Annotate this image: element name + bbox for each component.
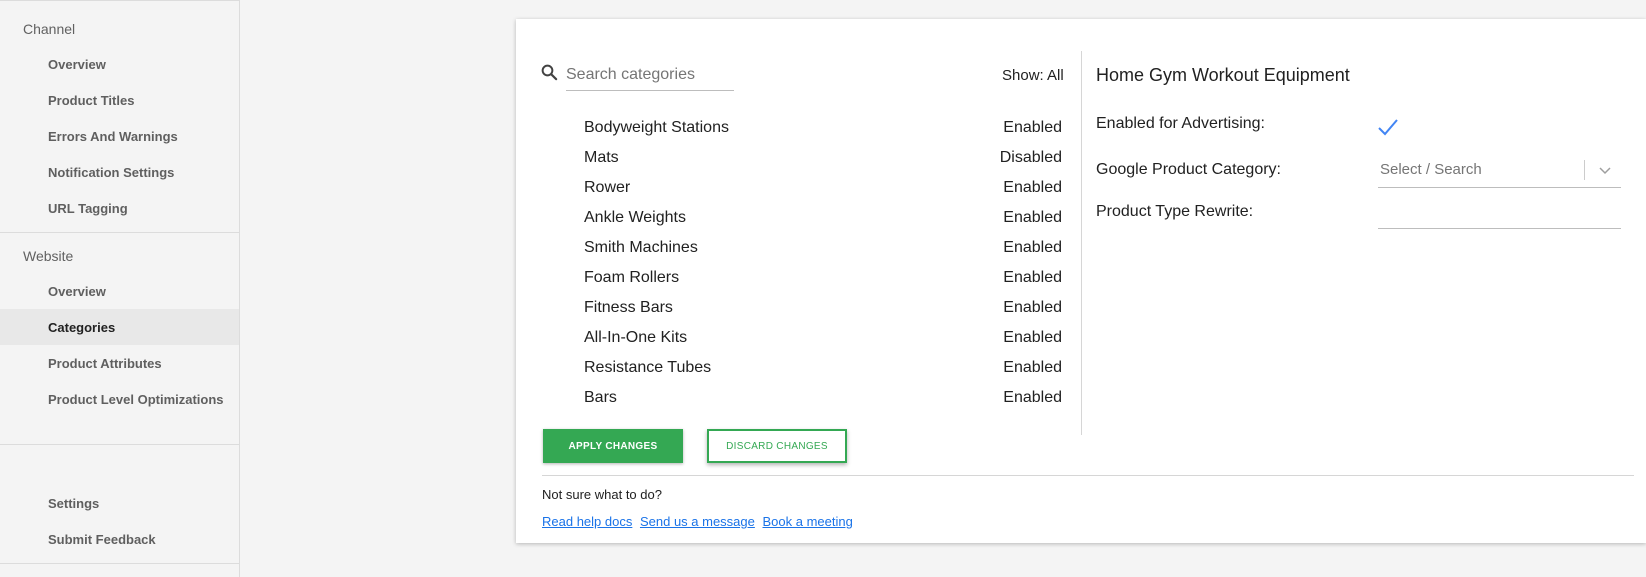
sidebar-section-website: Website	[23, 248, 74, 264]
sidebar-item-categories[interactable]: Categories	[0, 309, 239, 345]
category-name: Smith Machines	[584, 239, 698, 256]
google-product-category-placeholder: Select / Search	[1380, 161, 1482, 178]
category-row[interactable]: Fitness Bars Enabled	[584, 293, 1062, 323]
category-status: Enabled	[1003, 269, 1062, 286]
category-name: Fitness Bars	[584, 299, 673, 316]
sidebar-item-website-overview[interactable]: Overview	[0, 273, 239, 309]
apply-changes-button[interactable]: APPLY CHANGES	[543, 429, 683, 463]
sidebar-item-channel-overview[interactable]: Overview	[0, 46, 239, 82]
sidebar-item-product-level-optimizations[interactable]: Product Level Optimizations	[0, 381, 239, 417]
sidebar: Channel Overview Product Titles Errors A…	[0, 0, 240, 577]
sidebar-divider	[0, 563, 240, 564]
category-status: Enabled	[1003, 389, 1062, 406]
category-name: Bars	[584, 389, 617, 406]
category-status: Enabled	[1003, 179, 1062, 196]
sidebar-divider	[0, 444, 240, 445]
category-name: Resistance Tubes	[584, 359, 712, 376]
footer-divider	[542, 475, 1634, 476]
enabled-for-advertising-label: Enabled for Advertising:	[1096, 115, 1265, 132]
select-separator	[1584, 160, 1585, 180]
category-row[interactable]: All-In-One Kits Enabled	[584, 323, 1062, 353]
category-name: Foam Rollers	[584, 269, 680, 286]
category-row[interactable]: Rower Enabled	[584, 173, 1062, 203]
send-us-a-message-link[interactable]: Send us a message	[640, 514, 755, 529]
show-filter-dropdown[interactable]: Show: All	[1002, 67, 1064, 84]
category-list: Bodyweight Stations Enabled Mats Disable…	[584, 113, 1062, 413]
sidebar-section-channel: Channel	[23, 21, 76, 37]
help-links: Read help docs Send us a message Book a …	[542, 514, 857, 529]
category-status: Enabled	[1003, 239, 1062, 256]
category-status: Enabled	[1003, 299, 1062, 316]
book-a-meeting-link[interactable]: Book a meeting	[763, 514, 853, 529]
google-product-category-select[interactable]: Select / Search	[1378, 154, 1621, 188]
category-status: Enabled	[1003, 359, 1062, 376]
category-row[interactable]: Ankle Weights Enabled	[584, 203, 1062, 233]
sidebar-item-product-titles[interactable]: Product Titles	[0, 82, 239, 118]
category-row[interactable]: Mats Disabled	[584, 143, 1062, 173]
category-status: Enabled	[1003, 209, 1062, 226]
category-row[interactable]: Resistance Tubes Enabled	[584, 353, 1062, 383]
category-name: Ankle Weights	[584, 209, 686, 226]
sidebar-item-notification-settings[interactable]: Notification Settings	[0, 154, 239, 190]
checkmark-icon[interactable]	[1376, 115, 1400, 139]
search-icon	[541, 64, 558, 81]
category-name: Mats	[584, 149, 619, 166]
category-name: All-In-One Kits	[584, 329, 688, 346]
category-row[interactable]: Bodyweight Stations Enabled	[584, 113, 1062, 143]
category-detail-title: Home Gym Workout Equipment	[1096, 65, 1350, 85]
product-type-rewrite-label: Product Type Rewrite:	[1096, 203, 1254, 220]
sidebar-item-submit-feedback[interactable]: Submit Feedback	[0, 521, 239, 557]
category-name: Bodyweight Stations	[584, 119, 729, 136]
category-name: Rower	[584, 179, 631, 196]
chevron-down-icon[interactable]	[1598, 164, 1612, 178]
read-help-docs-link[interactable]: Read help docs	[542, 514, 632, 529]
category-row[interactable]: Foam Rollers Enabled	[584, 263, 1062, 293]
sidebar-divider	[0, 232, 240, 233]
panel-divider	[1081, 51, 1082, 435]
sidebar-item-errors-and-warnings[interactable]: Errors And Warnings	[0, 118, 239, 154]
google-product-category-label: Google Product Category:	[1096, 161, 1281, 178]
search-categories-input[interactable]	[566, 59, 734, 91]
product-type-rewrite-input[interactable]	[1378, 197, 1621, 229]
help-question: Not sure what to do?	[542, 487, 662, 502]
category-status: Disabled	[999, 149, 1062, 166]
discard-changes-button[interactable]: DISCARD CHANGES	[707, 429, 847, 463]
sidebar-top-divider	[0, 0, 240, 1]
category-status: Enabled	[1003, 329, 1062, 346]
category-row[interactable]: Smith Machines Enabled	[584, 233, 1062, 263]
category-row[interactable]: Bars Enabled	[584, 383, 1062, 413]
sidebar-item-url-tagging[interactable]: URL Tagging	[0, 190, 239, 226]
sidebar-item-product-attributes[interactable]: Product Attributes	[0, 345, 239, 381]
categories-card: Show: All Bodyweight Stations Enabled Ma…	[516, 19, 1646, 543]
category-status: Enabled	[1003, 119, 1062, 136]
sidebar-item-settings[interactable]: Settings	[0, 485, 239, 521]
